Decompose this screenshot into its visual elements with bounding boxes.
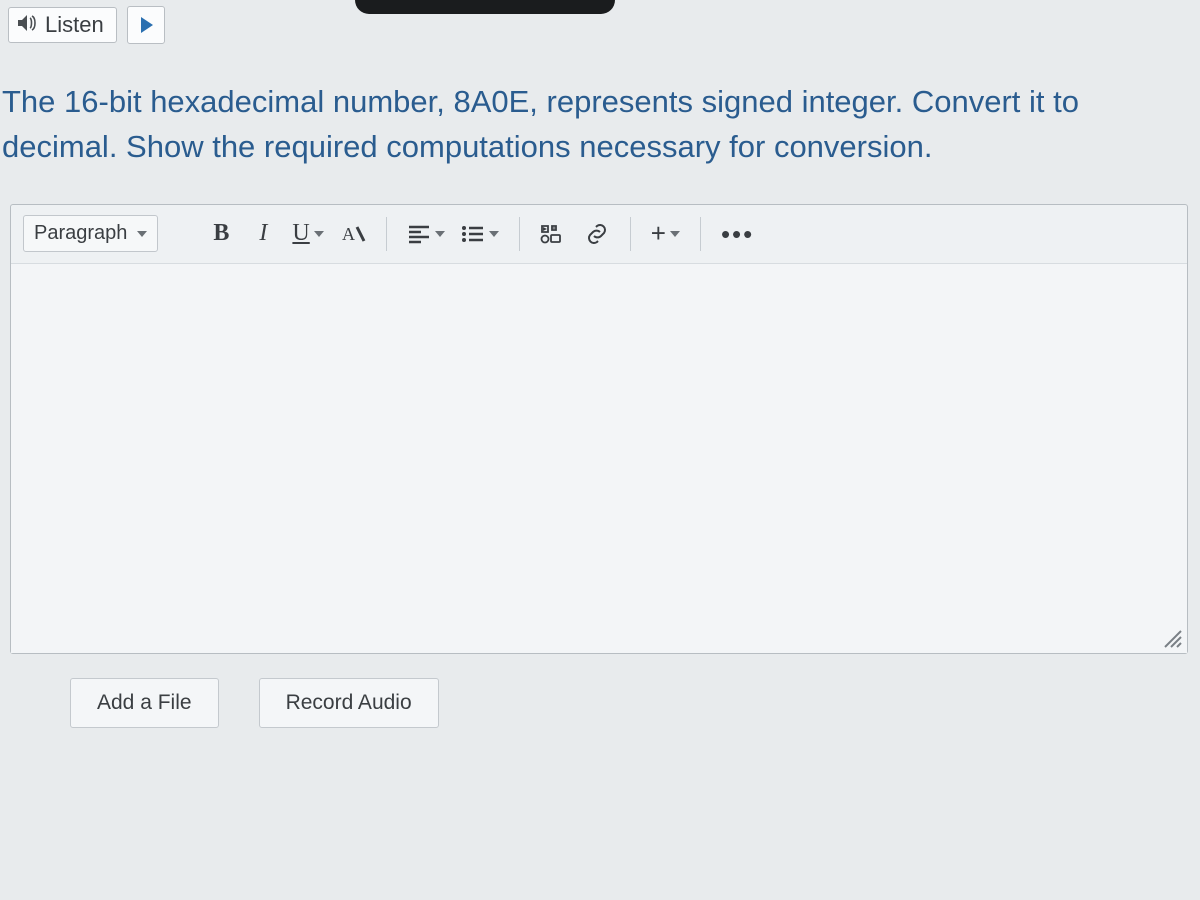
record-audio-label: Record Audio	[286, 691, 412, 714]
list-button[interactable]	[455, 215, 505, 253]
attachment-actions: Add a File Record Audio	[0, 654, 1200, 728]
bold-button[interactable]: B	[202, 215, 240, 253]
underline-button[interactable]: U	[286, 215, 329, 253]
svg-text:A: A	[342, 224, 355, 244]
text-color-icon: A	[340, 222, 366, 246]
chevron-down-icon	[314, 231, 324, 237]
link-icon	[585, 223, 609, 245]
chevron-down-icon	[435, 231, 445, 237]
add-file-button[interactable]: Add a File	[70, 678, 219, 728]
insert-media-button[interactable]	[534, 215, 574, 253]
add-file-label: Add a File	[97, 691, 192, 714]
format-select-label: Paragraph	[34, 222, 127, 245]
toolbar-separator	[519, 217, 520, 251]
align-left-icon	[407, 224, 431, 244]
speaker-icon	[17, 14, 37, 36]
text-color-button[interactable]: A	[334, 215, 372, 253]
listen-label: Listen	[45, 12, 104, 38]
rich-text-editor: Paragraph B I U A	[10, 204, 1188, 654]
italic-glyph: I	[259, 220, 267, 247]
record-audio-button[interactable]: Record Audio	[259, 678, 439, 728]
question-text: The 16-bit hexadecimal number, 8A0E, rep…	[0, 54, 1200, 204]
more-tools-button[interactable]: •••	[715, 215, 760, 253]
redacted-header-region	[355, 0, 615, 14]
editor-toolbar: Paragraph B I U A	[11, 205, 1187, 263]
italic-button[interactable]: I	[244, 215, 282, 253]
toolbar-separator	[386, 217, 387, 251]
resize-handle[interactable]	[1161, 627, 1183, 649]
insert-link-button[interactable]	[578, 215, 616, 253]
toolbar-separator	[700, 217, 701, 251]
play-button[interactable]	[127, 6, 165, 44]
play-icon	[141, 17, 153, 33]
insert-plus-button[interactable]: +	[645, 215, 686, 253]
align-button[interactable]	[401, 215, 451, 253]
listen-button[interactable]: Listen	[8, 7, 117, 43]
chevron-down-icon	[137, 231, 147, 237]
editor-textarea[interactable]	[11, 263, 1187, 653]
underline-glyph: U	[292, 220, 309, 247]
insert-media-icon	[540, 223, 568, 245]
plus-icon: +	[651, 218, 666, 249]
chevron-down-icon	[670, 231, 680, 237]
bold-glyph: B	[213, 220, 229, 247]
toolbar-separator	[630, 217, 631, 251]
paragraph-format-select[interactable]: Paragraph	[23, 215, 158, 252]
bullet-list-icon	[461, 224, 485, 244]
chevron-down-icon	[489, 231, 499, 237]
